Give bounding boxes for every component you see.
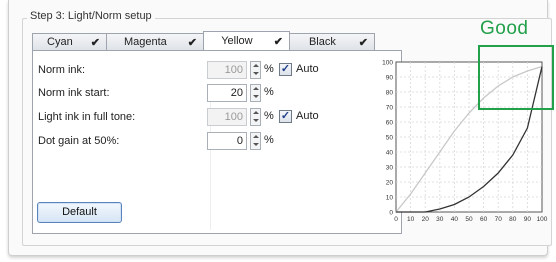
x-tick-label: 10	[407, 216, 415, 223]
tab-magenta[interactable]: Magenta ✔	[106, 33, 204, 50]
x-tick-label: 0	[394, 216, 398, 223]
y-tick-label: 90	[386, 75, 394, 82]
light-ink-unit: %	[264, 110, 274, 122]
x-tick-label: 20	[422, 216, 430, 223]
norm-ink-auto-label: Auto	[296, 63, 319, 75]
spin-down-icon[interactable]	[251, 70, 260, 78]
spin-up-icon[interactable]	[251, 85, 260, 93]
dot-gain-row: Dot gain at 50%:	[38, 131, 119, 151]
norm-ink-start-row: Norm ink start:	[38, 83, 110, 103]
light-ink-spinner[interactable]	[250, 108, 261, 126]
annotation-label: Good	[480, 18, 529, 39]
spin-up-icon[interactable]	[251, 62, 260, 70]
norm-ink-start-label: Norm ink start:	[38, 87, 110, 99]
tab-cyan[interactable]: Cyan ✔	[32, 33, 107, 50]
y-tick-label: 70	[386, 105, 394, 112]
y-tick-label: 10	[386, 195, 394, 202]
spin-up-icon[interactable]	[251, 133, 260, 141]
default-button[interactable]: Default	[37, 202, 122, 223]
x-tick-label: 70	[495, 216, 503, 223]
y-tick-label: 40	[386, 150, 394, 157]
dot-gain-label: Dot gain at 50%:	[38, 135, 120, 147]
light-ink-auto-label: Auto	[296, 110, 319, 122]
tab-label: Yellow	[221, 35, 253, 47]
x-tick-label: 40	[451, 216, 459, 223]
norm-ink-spinner[interactable]	[250, 61, 261, 79]
light-ink-auto-checkbox[interactable]: ✓	[279, 110, 292, 123]
norm-ink-start-unit: %	[264, 86, 274, 98]
y-tick-label: 60	[386, 120, 394, 127]
norm-ink-start-input[interactable]: 20	[207, 84, 247, 102]
spin-down-icon[interactable]	[251, 93, 260, 101]
norm-ink-input[interactable]: 100	[207, 61, 247, 79]
tab-label: Magenta	[123, 36, 167, 48]
light-ink-label: Light ink in full tone:	[38, 111, 136, 123]
light-ink-input[interactable]: 100	[207, 108, 247, 126]
y-tick-label: 0	[389, 210, 393, 217]
ink-tabs: Cyan ✔ Magenta ✔ Yellow ✔ Black ✔	[32, 31, 375, 50]
y-tick-label: 20	[386, 180, 394, 187]
tab-black[interactable]: Black ✔	[289, 33, 375, 50]
spin-down-icon[interactable]	[251, 141, 260, 149]
dot-gain-input[interactable]: 0	[207, 132, 247, 150]
y-tick-label: 50	[386, 135, 394, 142]
spin-up-icon[interactable]	[251, 109, 260, 117]
group-title: Step 3: Light/Norm setup	[27, 10, 155, 22]
tab-yellow[interactable]: Yellow ✔	[203, 31, 290, 50]
light-ink-row: Light ink in full tone:	[38, 107, 135, 127]
checkmark-icon: ✔	[90, 36, 100, 49]
tab-label: Cyan	[47, 36, 73, 48]
dot-gain-unit: %	[264, 134, 274, 146]
x-tick-label: 90	[524, 216, 532, 223]
spin-down-icon[interactable]	[251, 117, 260, 125]
y-tick-label: 100	[382, 60, 393, 67]
norm-ink-unit: %	[264, 63, 274, 75]
x-tick-label: 60	[480, 216, 488, 223]
norm-ink-auto-checkbox[interactable]: ✓	[279, 63, 292, 76]
x-tick-label: 100	[537, 216, 548, 223]
checkmark-icon: ✔	[273, 35, 283, 48]
checkmark-icon: ✔	[187, 36, 197, 49]
checkmark-icon: ✔	[358, 36, 368, 49]
norm-ink-row: Norm ink:	[38, 60, 85, 80]
norm-ink-label: Norm ink:	[38, 64, 86, 76]
norm-ink-start-spinner[interactable]	[250, 84, 261, 102]
x-tick-label: 50	[465, 216, 473, 223]
tab-label: Black	[308, 36, 336, 48]
dot-gain-spinner[interactable]	[250, 132, 261, 150]
y-tick-label: 80	[386, 90, 394, 97]
y-tick-label: 30	[386, 165, 394, 172]
annotation-highlight-box	[478, 45, 554, 110]
x-tick-label: 30	[436, 216, 444, 223]
x-tick-label: 80	[509, 216, 517, 223]
